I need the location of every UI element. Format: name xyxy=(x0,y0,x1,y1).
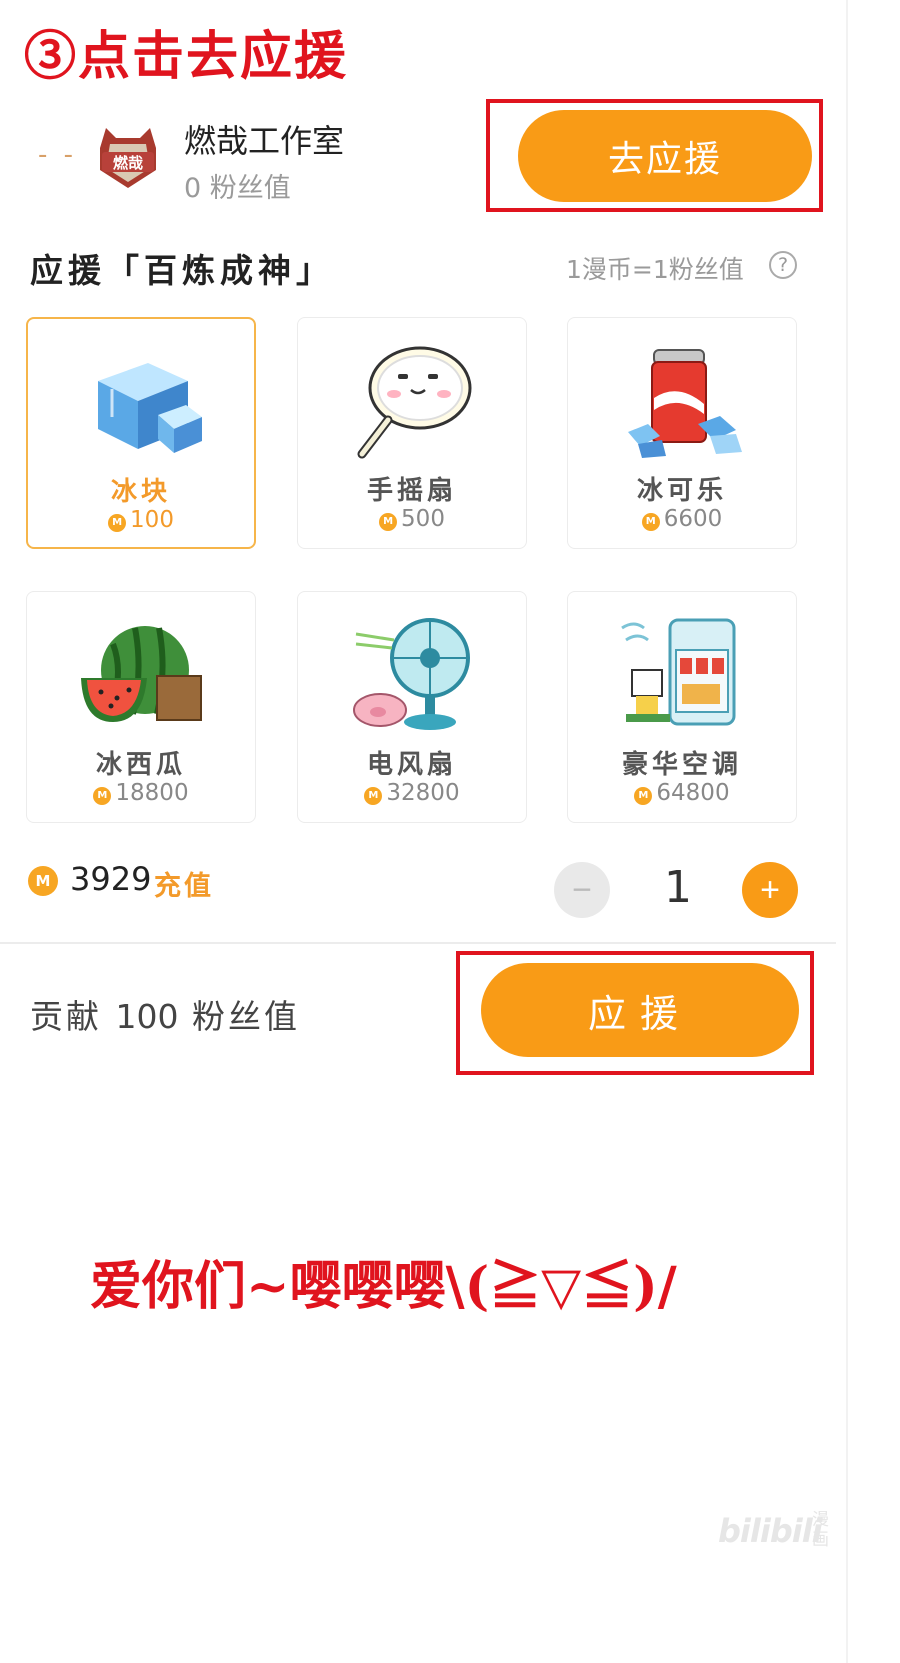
quantity-value: 1 xyxy=(664,862,692,913)
support-button[interactable]: 应援 xyxy=(481,963,799,1057)
studio-logo-text: 燃哉 xyxy=(113,154,143,172)
dashes-decoration: - - xyxy=(38,140,78,170)
contribute-prefix: 贡献 xyxy=(30,997,102,1036)
studio-logo: 燃哉 xyxy=(92,118,164,192)
gift-card-ice-cube[interactable]: 冰块 M 100 xyxy=(26,317,256,549)
contribute-amount: 100 xyxy=(115,997,179,1036)
recharge-link[interactable]: 充值 xyxy=(154,864,214,903)
air-conditioner-icon xyxy=(618,614,748,734)
hand-fan-icon xyxy=(348,340,478,460)
electric-fan-icon xyxy=(348,614,478,734)
gift-price: M 6600 xyxy=(568,506,796,532)
coin-icon: M xyxy=(108,514,127,532)
gift-card-electric-fan[interactable]: 电风扇 M 32800 xyxy=(297,591,527,823)
gift-name: 冰西瓜 xyxy=(95,750,186,780)
coin-icon: M xyxy=(634,787,653,805)
gift-price: M 500 xyxy=(298,506,526,532)
gift-price: M 18800 xyxy=(27,780,255,806)
love-caption: 爱你们~嘤嘤嘤\(≧▽≦)/ xyxy=(90,1256,677,1317)
gift-card-air-conditioner[interactable]: 豪华空调 M 64800 xyxy=(567,591,797,823)
watermelon-icon xyxy=(77,614,207,734)
coin-balance: 3929 xyxy=(70,860,152,898)
coin-icon: M xyxy=(93,787,112,805)
edge-line xyxy=(846,0,848,1663)
decrease-quantity-button[interactable]: − xyxy=(554,862,610,918)
studio-name[interactable]: 燃哉工作室 xyxy=(184,116,344,162)
gift-price: M 64800 xyxy=(568,780,796,806)
bilibili-watermark: bilibili 漫画 xyxy=(718,1510,838,1560)
gift-price: M 100 xyxy=(28,507,254,533)
divider xyxy=(0,942,836,944)
contribute-summary: 贡献 100 粉丝值 xyxy=(30,990,300,1038)
step-caption: ③点击去应援 xyxy=(24,26,349,87)
gift-name: 豪华空调 xyxy=(621,750,742,780)
coin-icon: M xyxy=(28,866,58,896)
gift-name: 电风扇 xyxy=(366,750,457,780)
watermark-brand: bilibili xyxy=(718,1512,823,1550)
coin-icon: M xyxy=(364,787,383,805)
gift-card-hand-fan[interactable]: 手摇扇 M 500 xyxy=(297,317,527,549)
gift-card-iced-cola[interactable]: 冰可乐 M 6600 xyxy=(567,317,797,549)
studio-fans: 0 粉丝值 xyxy=(184,173,291,204)
gift-name: 冰可乐 xyxy=(636,476,727,506)
watermark-sub: 漫画 xyxy=(812,1510,829,1550)
gift-name: 手摇扇 xyxy=(366,476,457,506)
help-icon[interactable]: ? xyxy=(769,251,797,279)
exchange-rate: 1漫币=1粉丝值 xyxy=(566,255,744,284)
iced-cola-icon xyxy=(618,340,748,460)
contribute-suffix: 粉丝值 xyxy=(192,997,300,1036)
gift-card-watermelon[interactable]: 冰西瓜 M 18800 xyxy=(26,591,256,823)
go-support-button[interactable]: 去应援 xyxy=(518,110,812,202)
increase-quantity-button[interactable]: + xyxy=(742,862,798,918)
gift-name: 冰块 xyxy=(110,477,171,507)
coin-icon: M xyxy=(641,513,660,531)
coin-icon: M xyxy=(379,513,398,531)
ice-cube-icon xyxy=(78,341,208,461)
gift-price: M 32800 xyxy=(298,780,526,806)
section-title: 应援「百炼成神」 xyxy=(30,251,334,290)
